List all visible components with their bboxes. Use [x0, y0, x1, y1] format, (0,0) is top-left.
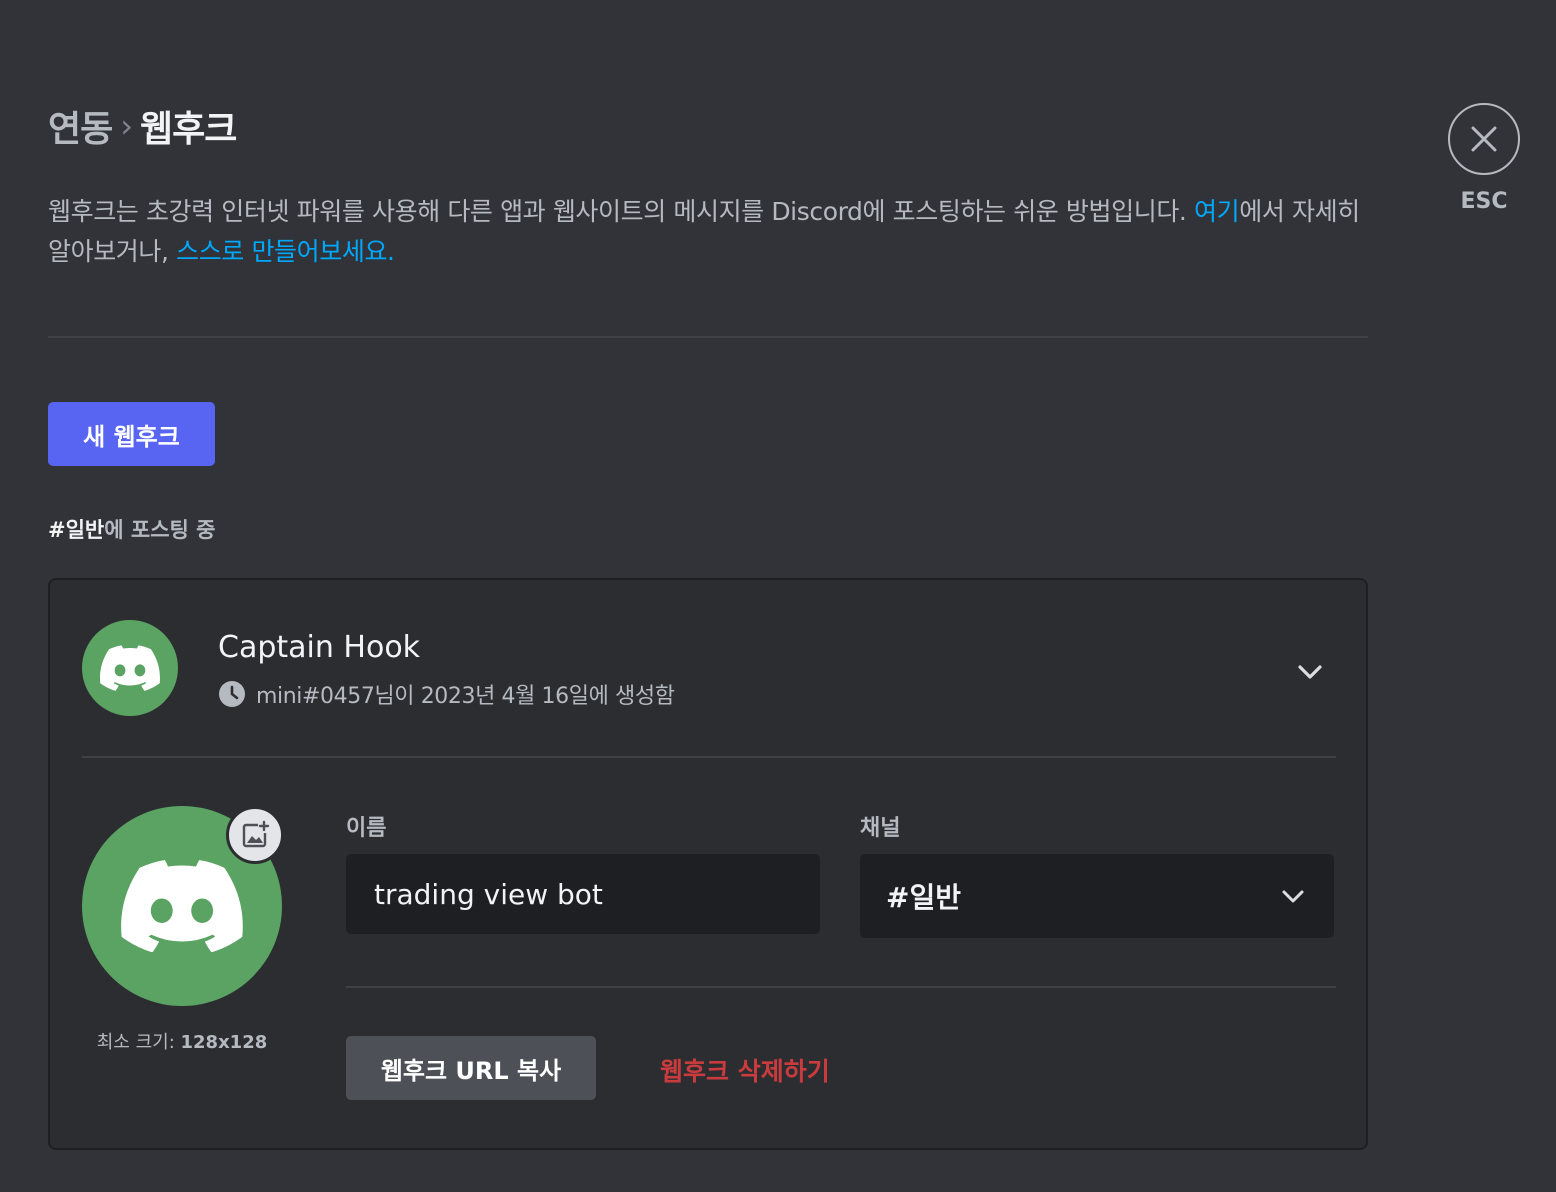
channel-select[interactable]: #일반 — [860, 854, 1334, 938]
webhook-card: Captain Hook mini#0457님이 2023년 4월 16일에 생… — [48, 578, 1368, 1150]
close-settings: ESC — [1446, 103, 1522, 214]
posting-channel-label: #일반에 포스팅 중 — [48, 514, 215, 544]
divider — [346, 986, 1336, 988]
channel-select-value: #일반 — [886, 881, 961, 914]
delete-webhook-link[interactable]: 웹후크 삭제하기 — [660, 1052, 830, 1088]
add-image-icon — [242, 820, 270, 848]
close-button[interactable] — [1448, 103, 1520, 175]
upload-image-button[interactable] — [226, 806, 284, 864]
page-description: 웹후크는 초강력 인터넷 파워를 사용해 다른 앱과 웹사이트의 메시지를 Di… — [48, 192, 1368, 272]
channel-field-label: 채널 — [860, 816, 901, 841]
build-your-own-link[interactable]: 스스로 만들어보세요. — [176, 237, 395, 266]
chevron-down-icon — [1282, 890, 1304, 903]
learn-more-link[interactable]: 여기 — [1194, 197, 1240, 226]
description-text: 웹후크는 초강력 인터넷 파워를 사용해 다른 앱과 웹사이트의 메시지를 Di… — [48, 197, 1195, 226]
webhook-name-title: Captain Hook — [218, 630, 421, 665]
page-title: 웹후크 — [140, 109, 237, 150]
webhook-created-meta: mini#0457님이 2023년 4월 16일에 생성함 — [218, 678, 675, 710]
webhooks-settings-page: 연동 › 웹후크 웹후크는 초강력 인터넷 파워를 사용해 다른 앱과 웹사이트… — [0, 0, 1556, 1192]
breadcrumb: 연동 › 웹후크 — [48, 100, 237, 152]
posting-suffix: 에 포스팅 중 — [104, 518, 216, 542]
collapse-chevron-icon[interactable] — [1292, 654, 1328, 690]
close-icon — [1471, 126, 1497, 152]
min-size-value: 128x128 — [180, 1032, 268, 1053]
webhook-avatar-small — [82, 620, 178, 716]
created-by-text: mini#0457님이 2023년 4월 16일에 생성함 — [256, 684, 675, 709]
divider — [48, 336, 1368, 338]
breadcrumb-separator-icon: › — [120, 107, 133, 145]
posting-channel-name: #일반 — [48, 518, 105, 542]
min-size-label: 최소 크기: — [96, 1032, 175, 1053]
discord-logo-icon — [100, 645, 160, 691]
webhook-name-input[interactable] — [346, 854, 820, 934]
name-field-label: 이름 — [346, 816, 387, 841]
breadcrumb-integrations[interactable]: 연동 — [48, 100, 113, 152]
clock-icon — [219, 681, 245, 707]
divider — [82, 756, 1336, 758]
new-webhook-button[interactable]: 새 웹후크 — [48, 402, 215, 466]
esc-label: ESC — [1460, 189, 1508, 214]
discord-logo-icon — [121, 860, 243, 952]
min-size-hint: 최소 크기: 128x128 — [50, 1028, 314, 1054]
copy-webhook-url-button[interactable]: 웹후크 URL 복사 — [346, 1036, 596, 1100]
